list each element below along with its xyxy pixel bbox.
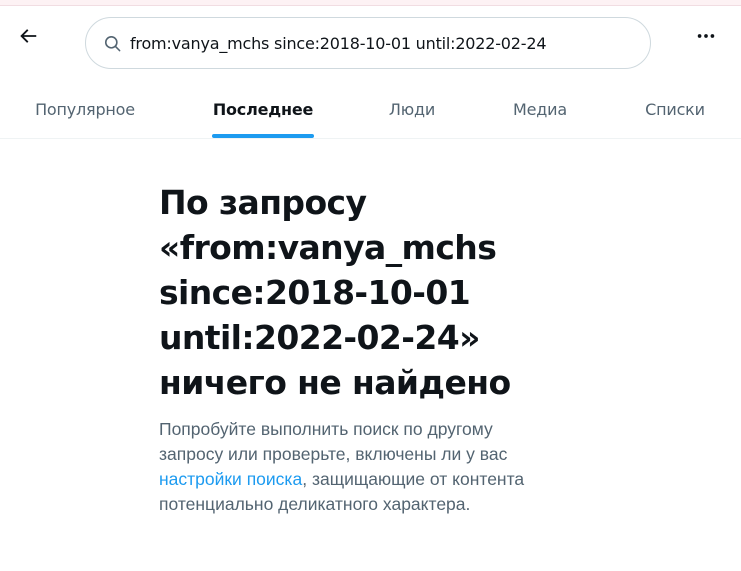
tab-popular[interactable]: Популярное: [20, 80, 150, 138]
tab-lists[interactable]: Списки: [632, 80, 718, 138]
title-line: since:2018-10-01: [159, 273, 471, 312]
empty-state-description: Попробуйте выполнить поиск по другому за…: [159, 417, 579, 517]
tab-latest[interactable]: Последнее: [202, 80, 324, 138]
tab-label: Списки: [645, 99, 705, 119]
tab-people[interactable]: Люди: [376, 80, 448, 138]
tab-label: Люди: [388, 99, 436, 119]
desc-line: запросу или проверьте, включены ли у вас: [159, 444, 508, 464]
search-header: [0, 6, 741, 80]
desc-line: настройки поиска, защищающие от контента: [159, 467, 579, 492]
title-line: until:2022-02-24»: [159, 318, 480, 357]
tab-label: Медиа: [513, 99, 567, 119]
desc-line: потенциально деликатного характера.: [159, 494, 471, 514]
search-settings-link[interactable]: настройки поиска: [159, 469, 302, 489]
more-options-button[interactable]: [688, 20, 724, 56]
empty-state-title: По запросу «from:vanya_mchs since:2018-1…: [159, 180, 579, 405]
search-tabs: Популярное Последнее Люди Медиа Списки: [0, 80, 741, 139]
active-tab-indicator: [212, 134, 314, 138]
back-button[interactable]: [10, 20, 46, 56]
title-line: По запросу: [159, 183, 367, 222]
search-box[interactable]: [85, 17, 651, 69]
search-results-page: Популярное Последнее Люди Медиа Списки П…: [0, 0, 741, 571]
desc-text: , защищающие от контента: [302, 469, 525, 489]
tab-label: Популярное: [35, 99, 135, 119]
arrow-left-icon: [17, 25, 39, 51]
desc-line: Попробуйте выполнить поиск по другому: [159, 419, 493, 439]
title-line: ничего не найдено: [159, 363, 511, 402]
more-dots-icon: [695, 25, 717, 51]
search-input[interactable]: [130, 33, 630, 53]
empty-state: По запросу «from:vanya_mchs since:2018-1…: [159, 180, 579, 517]
search-icon: [102, 33, 122, 53]
tab-label: Последнее: [212, 99, 314, 119]
title-line: «from:vanya_mchs: [159, 228, 497, 267]
tab-media[interactable]: Медиа: [498, 80, 582, 138]
